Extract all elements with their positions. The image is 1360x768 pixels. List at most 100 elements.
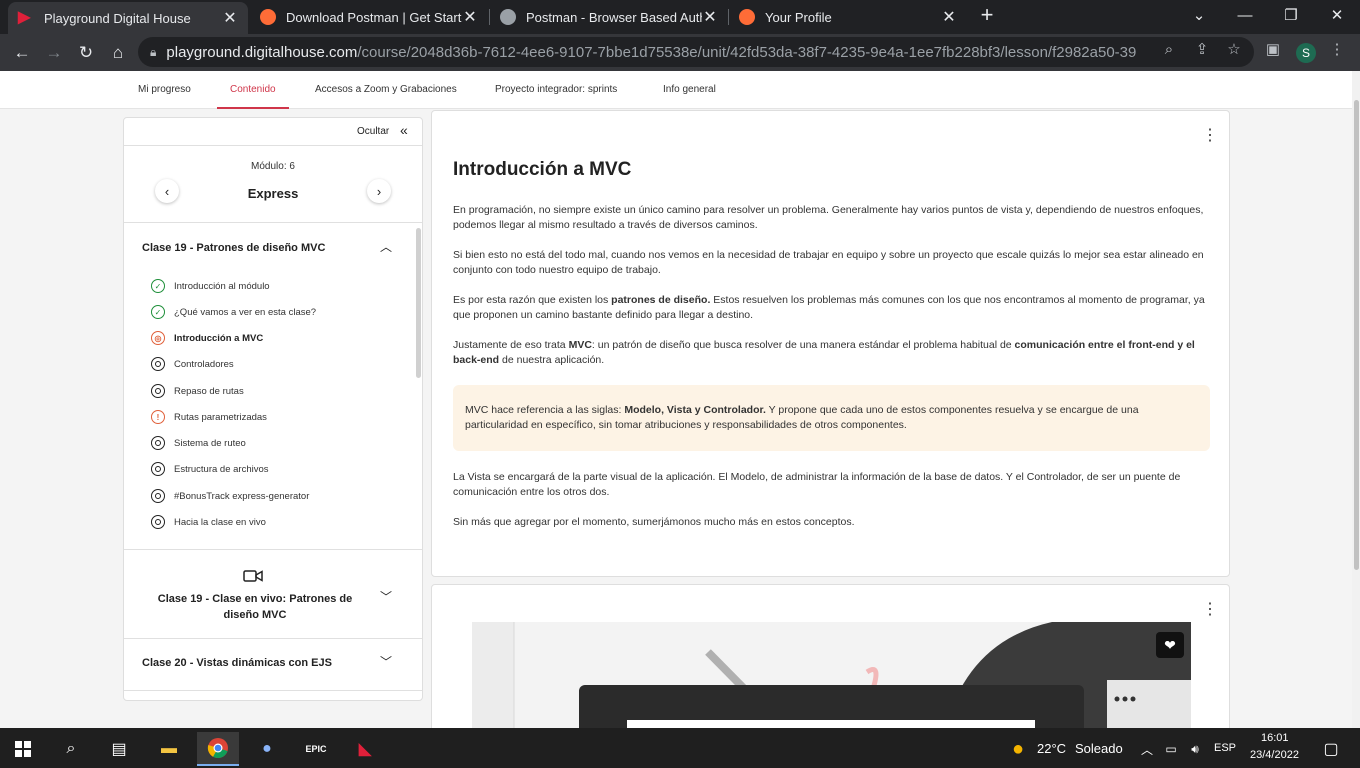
volume-icon[interactable]: 🔊︎ [1184,732,1206,766]
search-icon[interactable]: ⌕ [50,732,92,766]
module-number: Módulo: 6 [251,161,295,172]
section-title-clase-en-vivo[interactable]: Clase 19 - Clase en vivo: Patrones de di… [140,591,370,623]
close-window-icon[interactable]: ✕ [1314,0,1360,30]
lesson-item[interactable]: ✓ ¿Qué vamos a ver en esta clase? [151,303,316,321]
back-icon[interactable]: ← [8,39,36,67]
discord-icon[interactable]: ● [246,732,288,766]
reload-icon[interactable]: ↻ [72,39,100,67]
course-sidebar: Ocultar « Módulo: 6 Express ‹ › Clase 19… [123,117,423,701]
page-content: Mi progreso Contenido Accesos a Zoom y G… [0,71,1360,728]
lesson-label: #BonusTrack express-generator [174,490,310,502]
close-tab-icon[interactable]: ✕ [462,7,478,27]
next-module-button[interactable]: › [367,179,391,203]
card-options-icon[interactable]: ⋮ [1202,125,1218,145]
hide-sidebar-row[interactable]: Ocultar « [124,118,422,146]
tab-search-chevron-icon[interactable]: ⌄ [1176,0,1222,30]
lesson-item[interactable]: Controladores [151,355,234,373]
chevron-up-tray-icon[interactable]: ︿ [1136,732,1158,766]
share-icon[interactable]: ⇪ [1191,39,1213,59]
circle-icon [151,357,165,371]
chevron-down-icon[interactable]: ﹀ [380,588,392,605]
lesson-item-current[interactable]: ◎ Introducción a MVC [151,329,263,347]
tab-postman-auth[interactable]: Postman - Browser Based Auth ✕ [490,0,728,34]
lesson-label: Introducción a MVC [174,332,264,344]
address-bar[interactable]: 🔒︎ playground.digitalhouse.com /course/2… [138,37,1254,67]
circle-icon [151,515,165,529]
nav-mi-progreso[interactable]: Mi progreso [138,71,191,109]
circle-icon [151,436,165,450]
divider [124,549,422,550]
lesson-label: Controladores [174,358,234,370]
lesson-item[interactable]: #BonusTrack express-generator [151,487,309,505]
minimize-icon[interactable]: — [1222,0,1268,30]
paragraph: Sin más que agregar por el momento, sume… [453,516,855,528]
zoom-search-icon[interactable]: ⌕ [1158,39,1180,59]
lesson-label: Hacia la clase en vivo [174,516,266,528]
lesson-item[interactable]: Sistema de ruteo [151,434,246,452]
section-title-clase-19[interactable]: Clase 19 - Patrones de diseño MVC [142,242,325,254]
home-icon[interactable]: ⌂ [104,39,132,67]
weather-status[interactable]: Soleado [1075,741,1123,756]
chevron-up-icon[interactable]: ︿ [380,238,392,255]
sun-weather-icon: ● [1011,737,1025,760]
url-host: playground.digitalhouse.com [166,43,358,61]
lock-icon: 🔒︎ [150,44,157,59]
notifications-icon[interactable]: ▢ [1310,732,1352,766]
task-view-icon[interactable]: ▤ [98,732,140,766]
lesson-item[interactable]: Estructura de archivos [151,460,269,478]
clock-date[interactable]: 23/4/2022 [1250,749,1299,761]
card-options-icon[interactable]: ⋮ [1202,599,1218,619]
nav-info-general[interactable]: Info general [663,71,716,109]
new-tab-icon[interactable]: + [970,0,1004,30]
chrome-icon[interactable] [197,732,239,766]
postman-favicon-icon [739,9,755,25]
tab-your-profile[interactable]: Your Profile ✕ [729,0,967,34]
lesson-title: Introducción a MVC [453,159,632,180]
sidebar-scrollbar[interactable] [416,228,421,378]
close-tab-icon[interactable]: ✕ [941,7,957,27]
nav-accesos-zoom[interactable]: Accesos a Zoom y Grabaciones [315,71,457,109]
note-text: MVC hace referencia a las siglas: Modelo… [465,404,1139,431]
epic-games-icon[interactable]: EPIC [295,732,337,766]
double-chevron-left-icon[interactable]: « [400,122,408,138]
close-tab-icon[interactable]: ✕ [702,7,718,27]
lesson-item[interactable]: ✓ Introducción al módulo [151,277,270,295]
lesson-label: Introducción al módulo [174,280,270,292]
menu-kebab-icon[interactable]: ⋮ [1326,39,1348,59]
bookmark-star-icon[interactable]: ☆ [1223,39,1245,59]
lesson-item[interactable]: Repaso de rutas [151,382,244,400]
lesson-item[interactable]: ! Rutas parametrizadas [151,408,267,426]
restore-icon[interactable]: ❐ [1268,0,1314,30]
network-icon[interactable]: ▭ [1160,732,1182,766]
page-scrollbar-thumb[interactable] [1354,100,1359,570]
postman-favicon-icon [260,9,276,25]
hide-sidebar-label[interactable]: Ocultar [357,126,389,137]
mvc-illustration [472,622,1191,728]
check-icon: ✓ [151,305,165,319]
file-explorer-icon[interactable]: ▬ [148,732,190,766]
chevron-down-icon[interactable]: ﹀ [380,653,392,670]
temperature[interactable]: 22°C [1037,741,1066,756]
windows-start-icon[interactable] [2,732,44,766]
section-title-clase-20[interactable]: Clase 20 - Vistas dinámicas con EJS [142,657,332,669]
nav-proyecto-integrador[interactable]: Proyecto integrador: sprints [495,71,617,109]
side-panel-icon[interactable]: ▣ [1262,39,1284,59]
profile-avatar[interactable]: S [1296,43,1316,63]
amd-icon[interactable]: ◣ [344,732,386,766]
nav-contenido[interactable]: Contenido [217,71,289,109]
clock-time[interactable]: 16:01 [1261,732,1289,744]
paragraph: Justamente de eso trata MVC: un patrón d… [453,339,1195,366]
favorite-heart-icon[interactable]: ❤ [1156,632,1184,658]
close-tab-icon[interactable]: ✕ [222,8,238,28]
tab-playground[interactable]: ▶ Playground Digital House ✕ [8,2,248,34]
paragraph: La Vista se encargará de la parte visual… [453,471,1181,498]
url-path: /course/2048d36b-7612-4ee6-9107-7bbe1d75… [357,43,1138,61]
tab-postman-download[interactable]: Download Postman | Get Started ✕ [250,0,488,34]
module-selector: Módulo: 6 Express ‹ › [124,146,422,223]
previous-module-button[interactable]: ‹ [155,179,179,203]
alert-icon: ! [151,410,165,424]
lesson-label: Estructura de archivos [174,463,269,475]
forward-icon[interactable]: → [40,39,68,67]
language-indicator[interactable]: ESP [1214,742,1236,754]
lesson-item[interactable]: Hacia la clase en vivo [151,513,266,531]
